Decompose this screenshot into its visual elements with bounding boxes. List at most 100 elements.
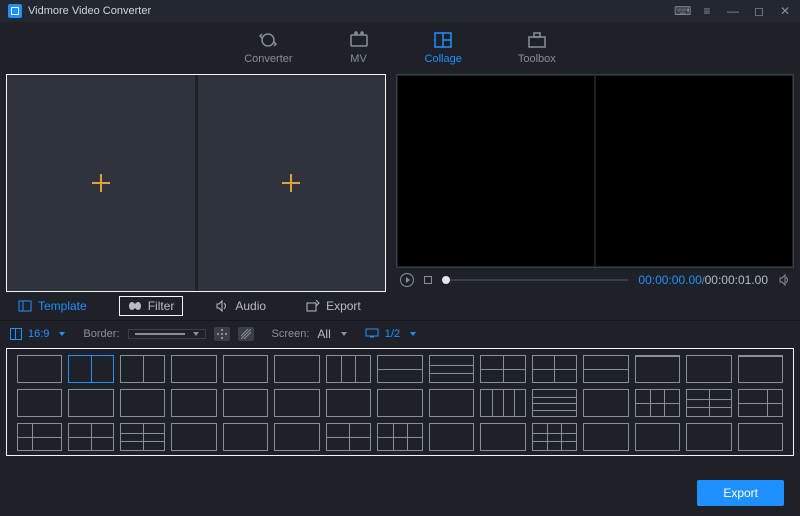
- stage-area: 00:00:00.00/00:00:01.00: [0, 74, 800, 292]
- template-tile[interactable]: [686, 423, 731, 451]
- template-tile[interactable]: [68, 389, 113, 417]
- template-tile[interactable]: [532, 355, 577, 383]
- chevron-down-icon: [59, 332, 65, 336]
- menu-icon[interactable]: ≡: [700, 4, 714, 18]
- action-filter[interactable]: Filter: [119, 296, 184, 316]
- play-button[interactable]: [400, 273, 414, 287]
- template-tile[interactable]: [532, 389, 577, 417]
- mv-icon: [349, 31, 369, 49]
- template-tile[interactable]: [171, 355, 216, 383]
- border-color-picker[interactable]: [214, 327, 230, 341]
- action-label: Audio: [235, 299, 266, 313]
- chevron-down-icon: [341, 332, 347, 336]
- action-audio[interactable]: Audio: [207, 297, 274, 315]
- template-tile[interactable]: [738, 355, 783, 383]
- template-tile[interactable]: [377, 355, 422, 383]
- options-bar: 16:9 Border: Screen: All 1/2: [0, 320, 800, 346]
- action-tabs: Template Filter Audio Export: [0, 292, 800, 320]
- template-tile[interactable]: [17, 355, 62, 383]
- template-tile[interactable]: [686, 389, 731, 417]
- template-tile[interactable]: [583, 389, 628, 417]
- tab-collage[interactable]: Collage: [425, 31, 462, 65]
- export-button[interactable]: Export: [697, 480, 784, 506]
- template-tile[interactable]: [377, 389, 422, 417]
- border-pattern-picker[interactable]: [238, 327, 254, 341]
- template-tile[interactable]: [635, 355, 680, 383]
- preview-canvas: [396, 74, 794, 268]
- screen-value: All: [317, 327, 330, 341]
- template-tile[interactable]: [17, 423, 62, 451]
- add-media-slot-1[interactable]: [7, 75, 195, 291]
- template-tile[interactable]: [274, 389, 319, 417]
- transport-bar: 00:00:00.00/00:00:01.00: [396, 268, 794, 292]
- app-logo: [8, 4, 22, 18]
- template-grid: [6, 348, 794, 456]
- template-tile[interactable]: [429, 423, 474, 451]
- feedback-icon[interactable]: ⌨: [674, 4, 688, 18]
- minimize-icon[interactable]: —: [726, 4, 740, 18]
- volume-icon[interactable]: [778, 274, 790, 286]
- template-tile[interactable]: [429, 355, 474, 383]
- title-bar: Vidmore Video Converter ⌨ ≡ — ◻ ✕: [0, 0, 800, 22]
- template-tile[interactable]: [274, 423, 319, 451]
- preview-cell: [397, 75, 595, 267]
- template-tile[interactable]: [635, 389, 680, 417]
- template-tile[interactable]: [68, 355, 113, 383]
- action-export[interactable]: Export: [298, 297, 369, 315]
- aspect-ratio-select[interactable]: 16:9: [10, 328, 65, 340]
- stop-button[interactable]: [424, 276, 432, 284]
- time-display: 00:00:00.00/00:00:01.00: [638, 273, 768, 287]
- action-template[interactable]: Template: [10, 297, 95, 315]
- converter-icon: [258, 31, 278, 49]
- action-label: Template: [38, 299, 87, 313]
- tab-mv[interactable]: MV: [349, 31, 369, 65]
- template-tile[interactable]: [480, 355, 525, 383]
- template-tile[interactable]: [738, 423, 783, 451]
- template-tile[interactable]: [583, 423, 628, 451]
- template-tile[interactable]: [223, 355, 268, 383]
- template-tile[interactable]: [686, 355, 731, 383]
- template-tile[interactable]: [171, 389, 216, 417]
- template-tile[interactable]: [120, 423, 165, 451]
- seek-slider[interactable]: [442, 279, 628, 281]
- screen-label: Screen:: [272, 328, 310, 340]
- add-media-slot-2[interactable]: [197, 75, 386, 291]
- collage-icon: [433, 31, 453, 49]
- template-tile[interactable]: [120, 355, 165, 383]
- template-tile[interactable]: [17, 389, 62, 417]
- template-tile[interactable]: [274, 355, 319, 383]
- app-title: Vidmore Video Converter: [28, 5, 151, 17]
- main-tabs: Converter MV Collage Toolbox: [0, 22, 800, 74]
- plus-icon: [282, 174, 300, 192]
- border-style-select[interactable]: [128, 329, 206, 339]
- template-tile[interactable]: [532, 423, 577, 451]
- template-tile[interactable]: [429, 389, 474, 417]
- action-label: Export: [326, 299, 361, 313]
- screen-select[interactable]: All: [317, 327, 346, 341]
- template-tile[interactable]: [171, 423, 216, 451]
- template-tile[interactable]: [326, 355, 371, 383]
- template-tile[interactable]: [223, 423, 268, 451]
- maximize-icon[interactable]: ◻: [752, 4, 766, 18]
- template-tile[interactable]: [635, 423, 680, 451]
- template-tile[interactable]: [480, 423, 525, 451]
- template-tile[interactable]: [377, 423, 422, 451]
- template-tile[interactable]: [68, 423, 113, 451]
- chevron-down-icon: [410, 332, 416, 336]
- page-select[interactable]: 1/2: [365, 327, 416, 341]
- border-label: Border:: [83, 328, 119, 340]
- tab-label: Converter: [244, 53, 292, 65]
- template-tile[interactable]: [583, 355, 628, 383]
- tab-label: MV: [350, 53, 367, 65]
- page-value: 1/2: [385, 328, 400, 340]
- close-icon[interactable]: ✕: [778, 4, 792, 18]
- action-label: Filter: [148, 299, 175, 313]
- template-tile[interactable]: [480, 389, 525, 417]
- tab-converter[interactable]: Converter: [244, 31, 292, 65]
- tab-toolbox[interactable]: Toolbox: [518, 31, 556, 65]
- template-tile[interactable]: [326, 423, 371, 451]
- template-tile[interactable]: [326, 389, 371, 417]
- template-tile[interactable]: [738, 389, 783, 417]
- template-tile[interactable]: [223, 389, 268, 417]
- template-tile[interactable]: [120, 389, 165, 417]
